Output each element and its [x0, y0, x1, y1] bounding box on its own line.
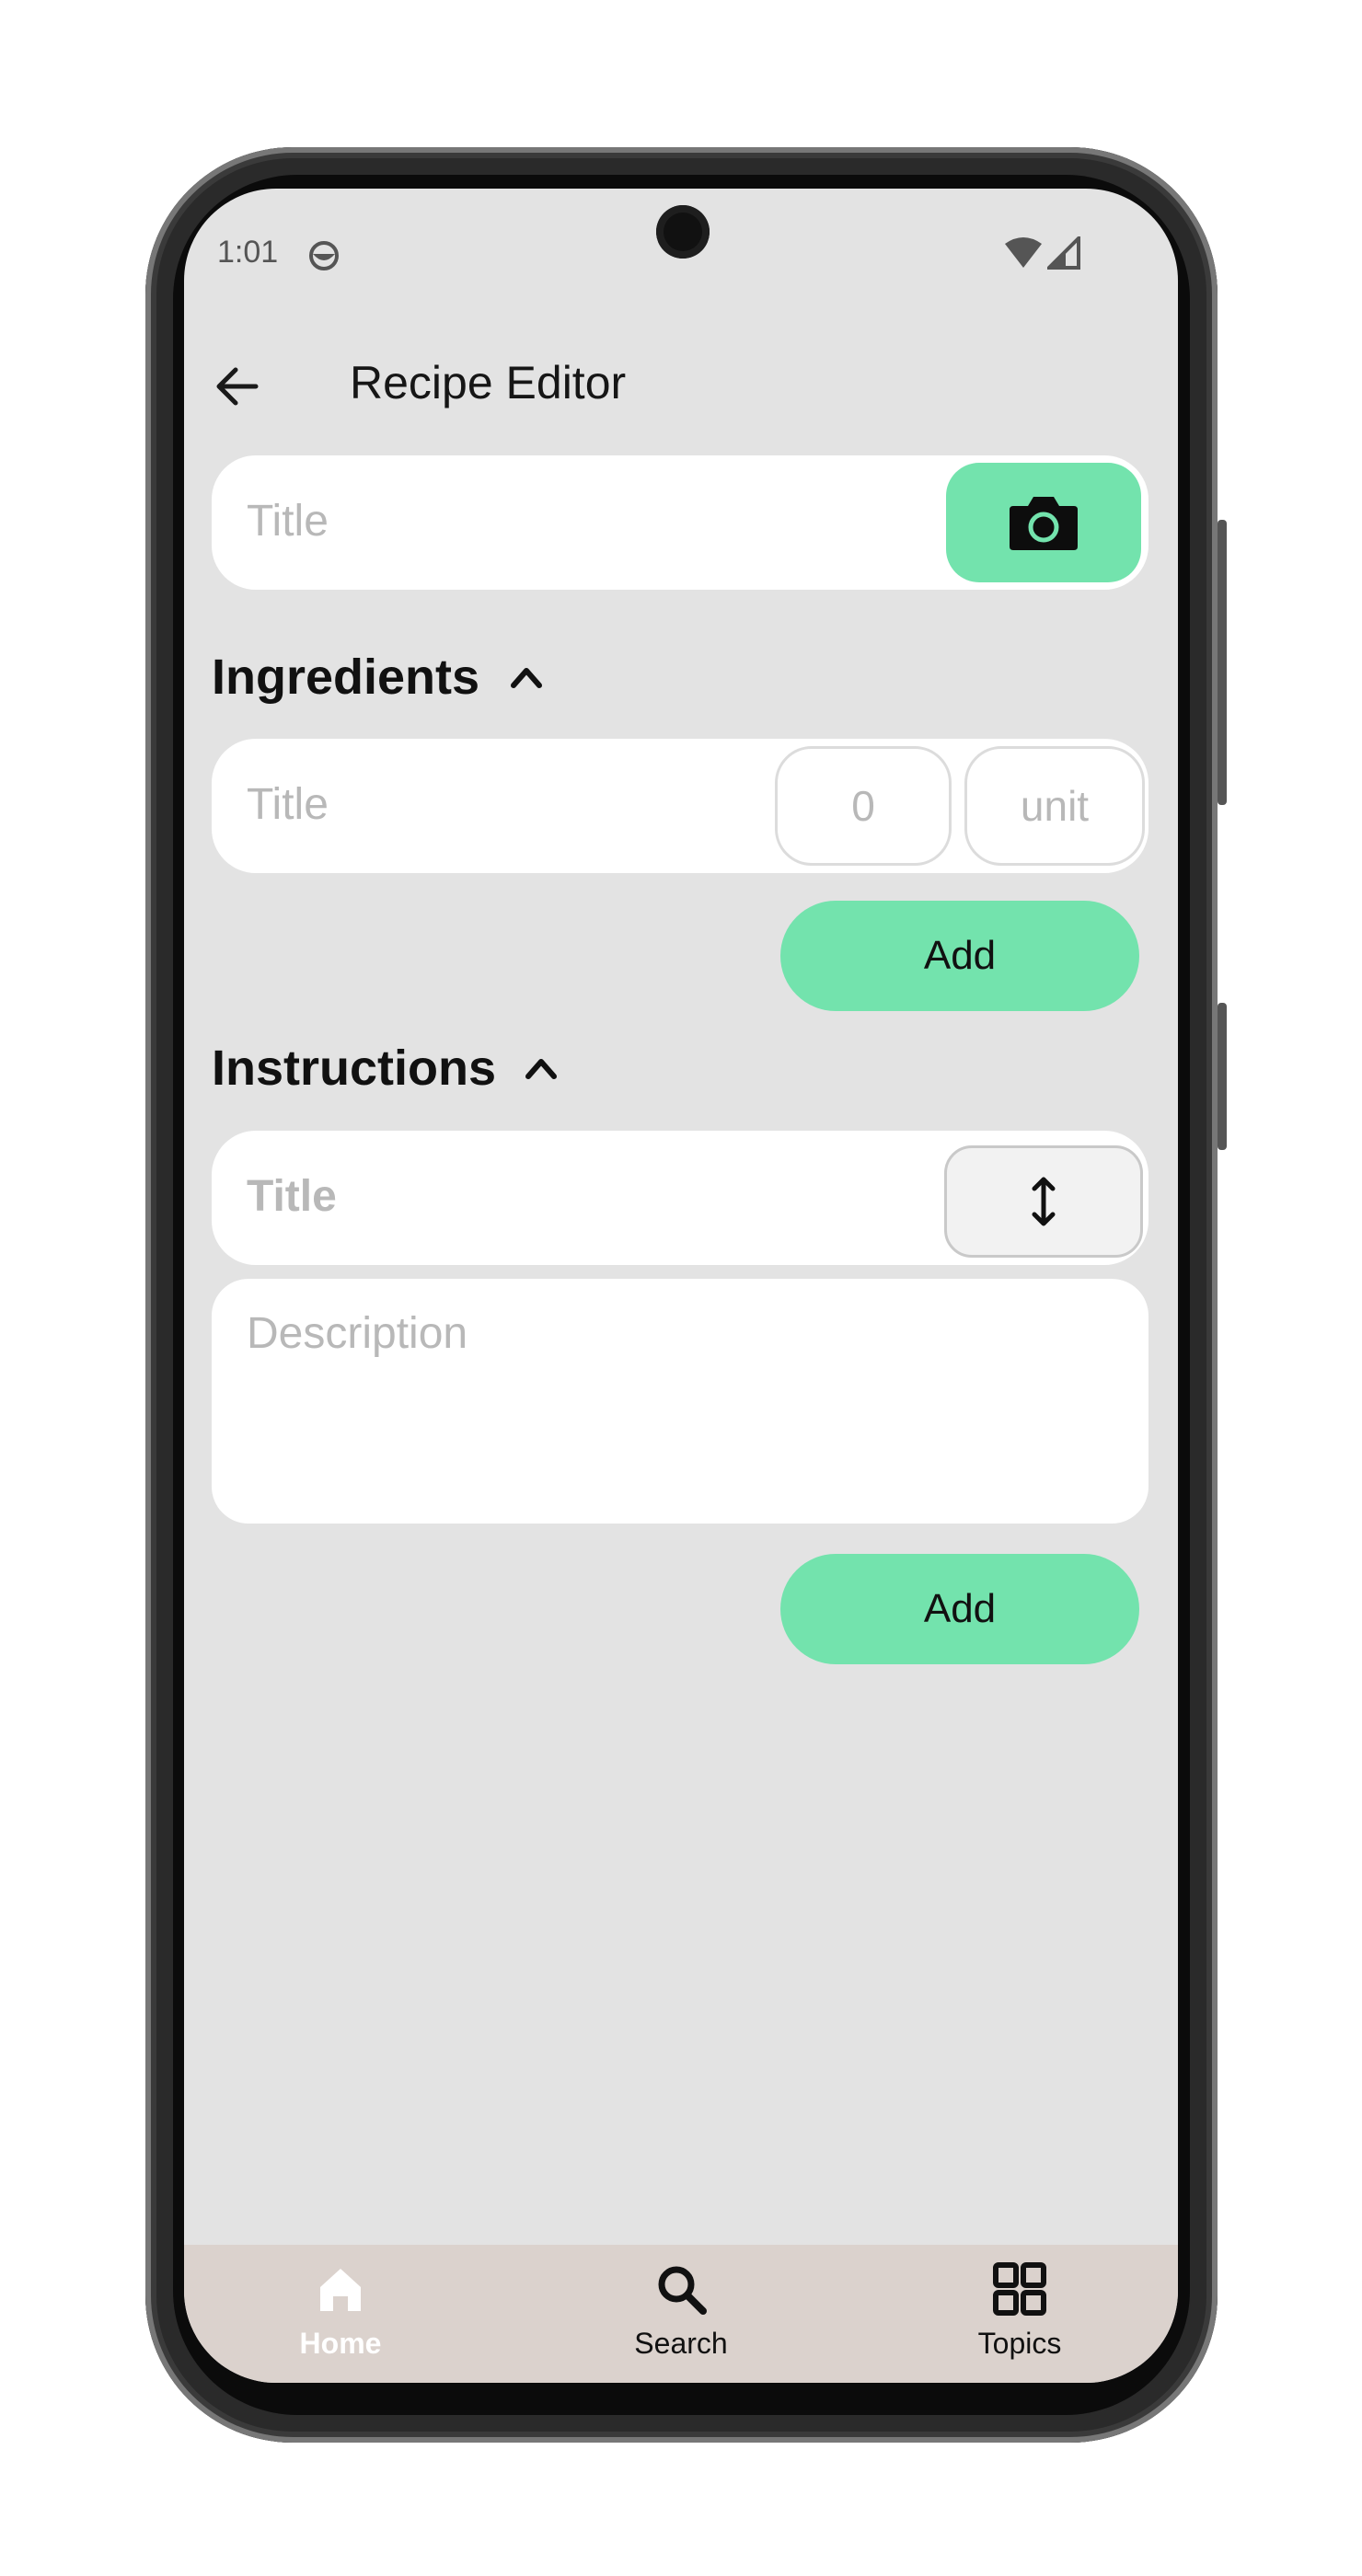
instruction-description-input[interactable]: Description: [212, 1279, 1148, 1524]
reorder-arrows-icon: [1032, 1177, 1056, 1226]
chevron-up-icon[interactable]: [523, 1051, 560, 1084]
nav-item-home[interactable]: Home: [248, 2261, 433, 2361]
ingredient-unit-input[interactable]: unit: [964, 746, 1145, 866]
search-icon: [658, 2266, 707, 2315]
home-icon: [320, 2269, 361, 2311]
add-instruction-button[interactable]: Add: [780, 1554, 1139, 1664]
front-camera: [656, 205, 710, 259]
page-title: Recipe Editor: [350, 357, 627, 408]
instruction-title-placeholder: Title: [247, 1172, 337, 1221]
recipe-title-placeholder: Title: [247, 497, 329, 546]
ingredient-title-placeholder: Title: [247, 780, 329, 829]
reorder-button[interactable]: [944, 1145, 1143, 1258]
chevron-up-icon[interactable]: [508, 660, 545, 693]
bottom-navigation: Home Search Topics: [184, 2245, 1178, 2383]
ingredients-heading: Ingredients: [212, 650, 480, 705]
instructions-heading: Instructions: [212, 1041, 497, 1096]
data-saver-icon: [309, 241, 339, 270]
instruction-description-placeholder: Description: [247, 1309, 468, 1358]
status-time: 1:01: [217, 235, 279, 270]
nav-label-home: Home: [299, 2327, 382, 2360]
add-photo-button[interactable]: [946, 463, 1141, 582]
cell-signal-icon: [1047, 236, 1080, 270]
volume-button: [1218, 520, 1227, 805]
camera-icon: [1010, 497, 1078, 550]
nav-item-topics[interactable]: Topics: [928, 2261, 1112, 2361]
nav-item-search[interactable]: Search: [589, 2261, 773, 2361]
nav-label-search: Search: [634, 2327, 728, 2360]
grid-icon: [993, 2262, 1046, 2316]
power-button: [1218, 1003, 1227, 1150]
nav-label-topics: Topics: [977, 2327, 1062, 2360]
ingredient-quantity-input[interactable]: 0: [775, 746, 952, 866]
add-ingredient-button[interactable]: Add: [780, 901, 1139, 1011]
wifi-icon: [1005, 237, 1042, 268]
arrow-left-icon[interactable]: [210, 359, 265, 414]
app-screen: 1:01 Recipe Editor Title Ingredients Tit…: [184, 189, 1178, 2383]
